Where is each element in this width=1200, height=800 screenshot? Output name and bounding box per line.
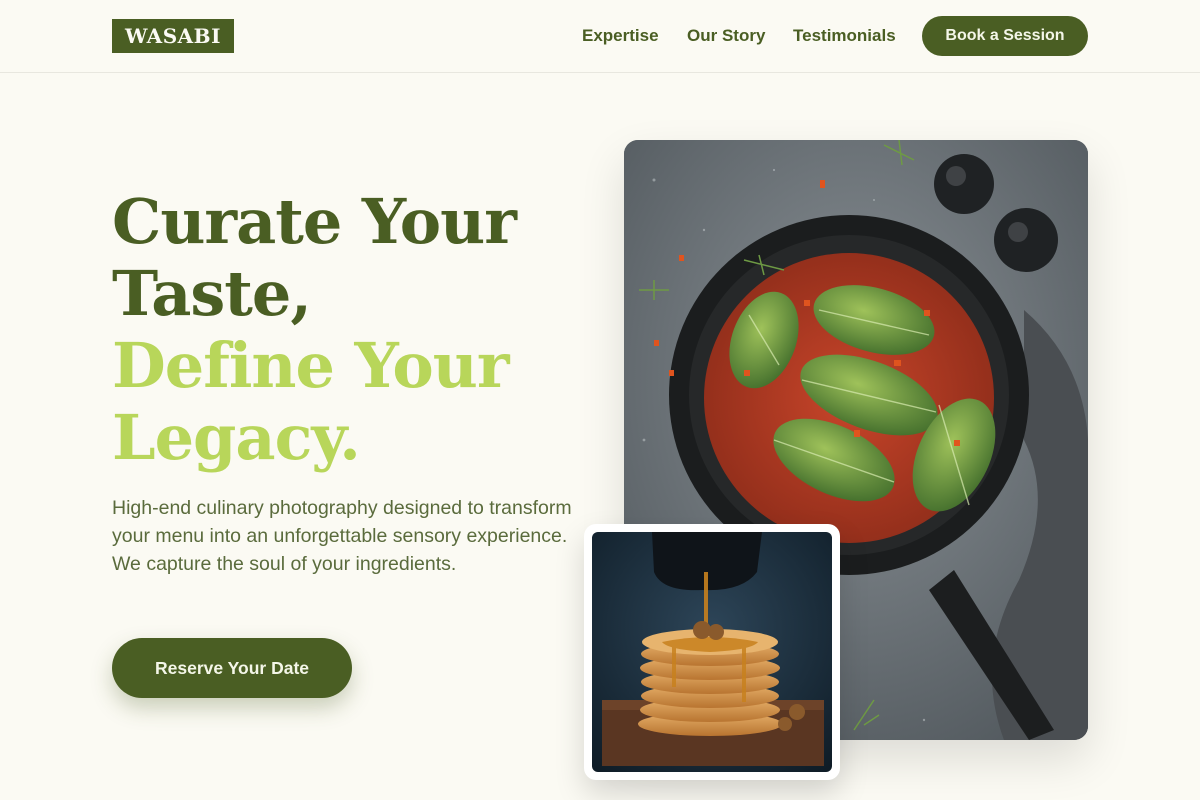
pancakes-illustration: [592, 532, 832, 772]
pancakes-photo-card: [584, 524, 840, 780]
hero-description: High-end culinary photography designed t…: [112, 497, 572, 575]
brand-logo[interactable]: WASABI: [112, 19, 234, 53]
book-session-button[interactable]: Book a Session: [922, 16, 1088, 56]
nav-link-expertise[interactable]: Expertise: [582, 26, 659, 46]
nav-link-testimonials[interactable]: Testimonials: [793, 26, 896, 46]
headline-line-4: Legacy.: [112, 401, 361, 474]
hero-headline: Curate Your Taste, Define Your Legacy.: [112, 186, 592, 474]
headline-line-3: Define Your: [112, 329, 510, 402]
headline-line-1: Curate Your: [112, 185, 517, 258]
reserve-date-button[interactable]: Reserve Your Date: [112, 638, 352, 698]
headline-line-2: Taste,: [112, 257, 312, 330]
site-header: WASABI Expertise Our Story Testimonials …: [0, 0, 1200, 73]
nav-link-our-story[interactable]: Our Story: [687, 26, 765, 46]
